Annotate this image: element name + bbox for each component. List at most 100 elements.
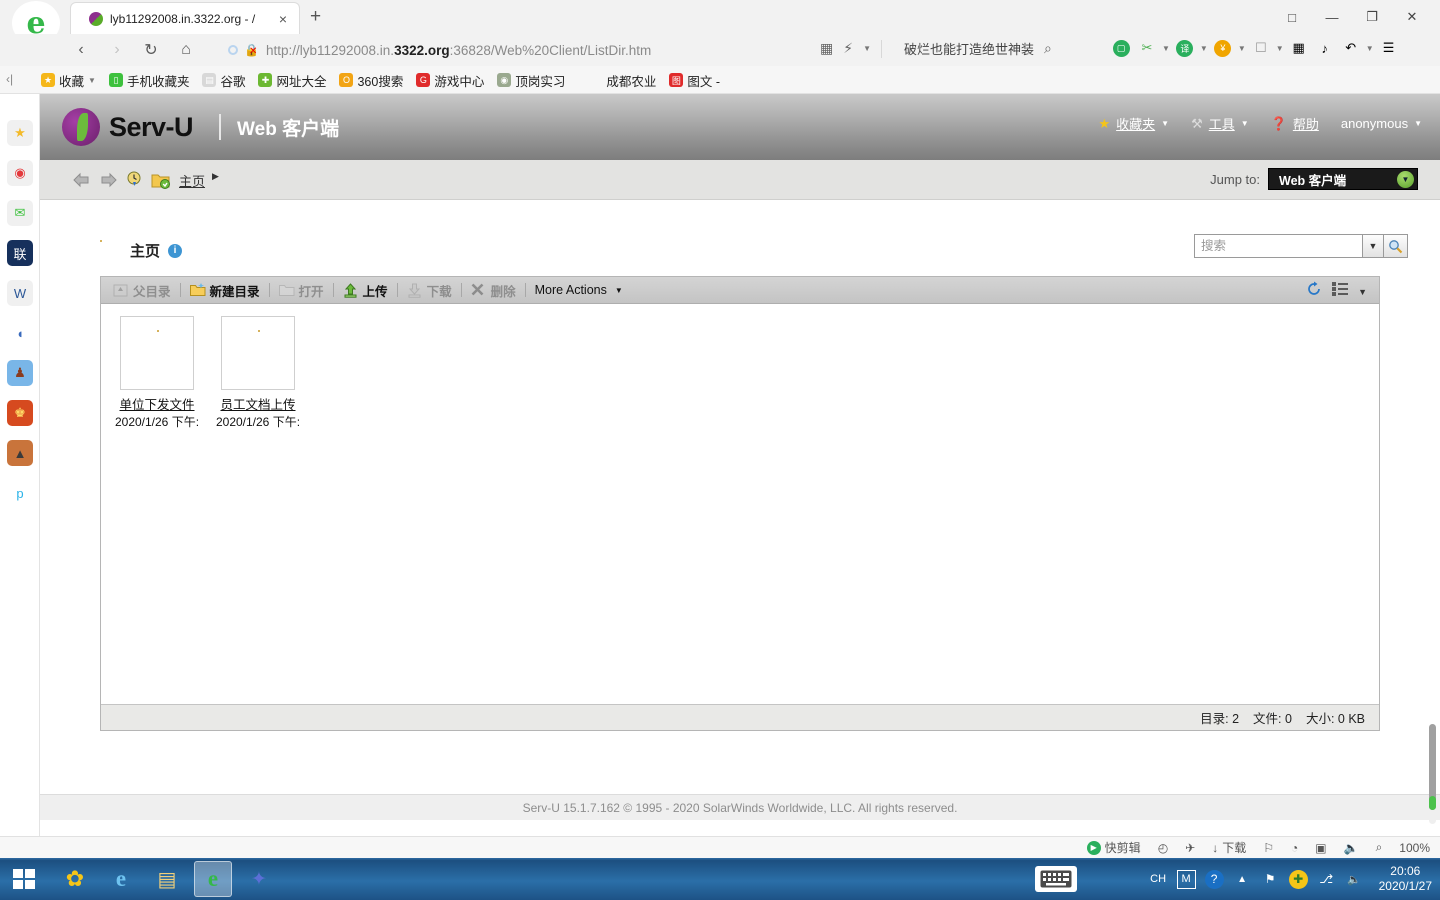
chevron-down-icon[interactable]: ▼ xyxy=(1241,119,1249,128)
ime-language[interactable]: CH xyxy=(1149,870,1168,889)
refresh-folder-icon[interactable] xyxy=(150,169,172,191)
file-item[interactable]: 单位下发文件 2020/1/26 下午: xyxy=(111,316,203,430)
breadcrumb-home[interactable]: 主页 xyxy=(179,171,205,190)
new-tab-button[interactable]: + xyxy=(310,6,321,28)
breadcrumb-caret-icon[interactable]: ▶ xyxy=(212,171,219,182)
search-icon[interactable]: ⌕ xyxy=(1044,40,1052,57)
info-icon[interactable]: i xyxy=(168,243,183,258)
home-button[interactable]: ⌂ xyxy=(173,37,199,63)
network-icon[interactable]: ⎇ xyxy=(1317,870,1336,889)
promo-text[interactable]: 破烂也能打造绝世神装 xyxy=(904,39,1034,58)
taskbar-app-360-browser[interactable]: e xyxy=(194,861,232,897)
chevron-down-icon[interactable]: ▼ xyxy=(1414,119,1422,128)
list-view-icon[interactable] xyxy=(1332,282,1349,301)
reader-icon[interactable]: ▢ xyxy=(1110,37,1132,59)
toolbar-caret-down[interactable]: More Actions ▼ xyxy=(535,283,623,297)
statusbar-window[interactable]: ▣ xyxy=(1315,841,1326,855)
toolbar-new-folder[interactable]: 新建目录 xyxy=(189,281,260,300)
back-arrow-icon[interactable] xyxy=(70,169,92,191)
chevron-down-icon[interactable]: ▼ xyxy=(1358,287,1367,297)
sidebar-item-game-tank[interactable]: ▲ xyxy=(7,440,33,466)
statusbar-search[interactable]: ⌕ xyxy=(1376,840,1383,855)
chevron-down-icon[interactable]: ▼ xyxy=(863,44,871,53)
sidebar-item-word-doc[interactable]: W xyxy=(7,280,33,306)
taskbar-app-360-safe[interactable]: ✿ xyxy=(56,861,94,897)
close-button[interactable]: ✕ xyxy=(1392,4,1432,30)
file-name[interactable]: 员工文档上传 xyxy=(212,394,304,413)
sidebar-item-game-king[interactable]: ♚ xyxy=(7,400,33,426)
bookmarks-collapse-icon[interactable]: ‹| xyxy=(6,72,13,86)
bookmark-6[interactable]: G 游戏中心 xyxy=(411,69,489,92)
bookmark-4[interactable]: ✚ 网址大全 xyxy=(253,69,331,92)
forward-button[interactable]: › xyxy=(104,37,130,63)
screenshot-scissors-icon[interactable]: ✂ xyxy=(1136,37,1158,59)
sidebar-item-mail[interactable]: ✉ xyxy=(7,200,33,226)
keyboard-icon[interactable] xyxy=(1035,866,1077,892)
bookmark-8[interactable]: 成都农业 xyxy=(601,69,661,92)
chevron-down-icon[interactable]: ▼ xyxy=(88,76,96,85)
statusbar-play-circle[interactable]: ▶ 快剪辑 xyxy=(1086,839,1141,856)
servu-menu-1[interactable]: ★ 收藏夹 ▼ xyxy=(1098,114,1169,133)
servu-menu-3[interactable]: ❓ 帮助 xyxy=(1271,114,1319,133)
search-input[interactable] xyxy=(1194,234,1362,258)
action-center-flag-icon[interactable]: ⚑ xyxy=(1261,870,1280,889)
statusbar-volume[interactable]: 🔈 xyxy=(1344,841,1359,855)
skin-button[interactable]: □ xyxy=(1272,4,1312,30)
sidebar-item-favorites[interactable]: ★ xyxy=(7,120,33,146)
undo-icon[interactable]: ↶ xyxy=(1340,37,1362,59)
shield-icon[interactable]: ¥ xyxy=(1212,37,1234,59)
security-icon[interactable]: ✚ xyxy=(1288,869,1308,889)
statusbar-zoom-level[interactable]: 100% xyxy=(1399,841,1430,855)
file-item[interactable]: 员工文档上传 2020/1/26 下午: xyxy=(212,316,304,430)
headphones-icon[interactable]: ♪ xyxy=(1314,37,1336,59)
page-scrollbar[interactable] xyxy=(1427,724,1438,824)
statusbar-download-arrow[interactable]: ↓ 下载 xyxy=(1212,839,1246,856)
chevron-down-icon[interactable]: ▼ xyxy=(615,286,623,295)
bookmark-5[interactable]: O 360搜索 xyxy=(334,69,408,92)
chevron-down-icon[interactable]: ▼ xyxy=(1366,44,1374,53)
bookmark-2[interactable]: ▯ 手机收藏夹 xyxy=(104,69,195,92)
restore-button[interactable]: ❐ xyxy=(1352,4,1392,30)
statusbar-rocket[interactable]: ✈ xyxy=(1185,841,1195,855)
history-clock-icon[interactable] xyxy=(124,169,146,191)
bookmark-7[interactable]: ◉ 顶岗实习 xyxy=(492,69,570,92)
file-list-area[interactable]: 单位下发文件 2020/1/26 下午: 员工文档上传 2020/1/26 下午: xyxy=(101,304,1379,704)
back-button[interactable]: ‹ xyxy=(68,37,94,63)
menu-icon[interactable]: ☰ xyxy=(1378,37,1400,59)
taskbar-app-internet-explorer[interactable]: e xyxy=(102,861,140,897)
chevron-down-icon[interactable]: ▼ xyxy=(1397,171,1414,188)
statusbar-shield[interactable]: ◔ xyxy=(1291,841,1298,855)
show-hidden-icons[interactable]: ▲ xyxy=(1233,870,1252,889)
taskbar-clock[interactable]: 20:06 2020/1/27 xyxy=(1379,864,1432,894)
taskbar-app-bird-app[interactable]: ✦ xyxy=(240,861,278,897)
servu-menu-4[interactable]: anonymous ▼ xyxy=(1341,116,1422,131)
help-icon[interactable]: ? xyxy=(1204,869,1224,889)
sidebar-item-baidu-p[interactable]: p xyxy=(7,480,33,506)
translate-icon[interactable]: 译 xyxy=(1174,37,1196,59)
volume-icon[interactable]: 🔈 xyxy=(1345,870,1364,889)
search-dropdown-button[interactable]: ▼ xyxy=(1362,234,1384,258)
qr-code-icon[interactable]: ▦ xyxy=(820,40,833,57)
url-input[interactable]: 🔒 ✕ http://lyb11292008.in.3322.org:36828/… xyxy=(228,39,828,61)
refresh-icon[interactable] xyxy=(1306,281,1322,302)
chevron-down-icon[interactable]: ▼ xyxy=(1162,44,1170,53)
servu-menu-2[interactable]: ⚒ 工具 ▼ xyxy=(1191,114,1249,133)
sidebar-item-weibo[interactable]: ◉ xyxy=(7,160,33,186)
bookmark-1[interactable]: ★ 收藏 ▼ xyxy=(36,69,101,92)
bookmark-9[interactable]: 图图文 - xyxy=(664,69,725,92)
chevron-down-icon[interactable]: ▼ xyxy=(1200,44,1208,53)
bookmark-3[interactable]: ▤ 谷歌 xyxy=(197,69,250,92)
toolbar-upload[interactable]: 上传 xyxy=(343,281,388,300)
sidebar-item-study-app[interactable]: 联 xyxy=(7,240,33,266)
taskbar-app-file-explorer[interactable]: ▤ xyxy=(148,861,186,897)
tab-close-icon[interactable]: × xyxy=(273,11,293,27)
lightning-icon[interactable]: ⚡ xyxy=(843,40,853,57)
chevron-down-icon[interactable]: ▼ xyxy=(1276,44,1284,53)
browser-tab[interactable]: lyb11292008.in.3322.org - / × xyxy=(70,2,300,34)
ime-mode[interactable]: M xyxy=(1176,869,1196,889)
reload-button[interactable]: ↻ xyxy=(138,37,164,63)
sidebar-item-blue-app[interactable]: ◖ xyxy=(7,320,33,346)
file-name[interactable]: 单位下发文件 xyxy=(111,394,203,413)
search-submit-button[interactable] xyxy=(1384,234,1408,258)
statusbar-flag[interactable]: ⚐ xyxy=(1263,841,1274,855)
